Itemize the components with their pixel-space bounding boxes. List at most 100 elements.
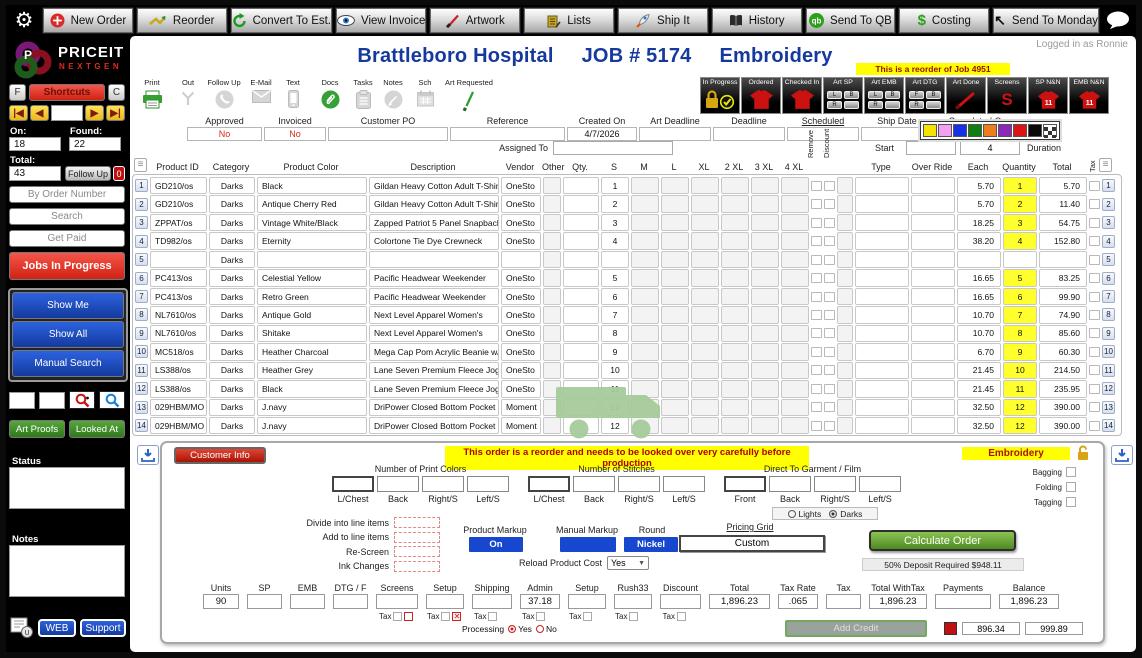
palette-swatch-6[interactable] [1013,124,1027,137]
cell-xl[interactable] [691,288,719,305]
remove-checkbox[interactable] [811,273,822,283]
input-number-of-stitches-back[interactable] [573,476,615,492]
row-number-button[interactable]: 3 [1102,216,1115,229]
tax-checkbox[interactable] [583,612,592,621]
cell-x4[interactable] [781,325,809,342]
cell-x3[interactable] [751,177,779,194]
discount-checkbox[interactable] [824,328,835,338]
remove-checkbox[interactable] [811,199,822,209]
processing-radios[interactable]: ProcessingYesNo [462,624,557,634]
cell-x4[interactable] [781,380,809,397]
check-folding[interactable]: Folding [1028,482,1076,492]
cell-quantity[interactable]: 11 [1003,380,1037,397]
sidebar-show-all[interactable]: Show All [12,321,124,348]
tile-art-dtg[interactable]: Art DTGFBR [905,77,945,114]
cell-product_id[interactable]: PC413/os [150,288,207,305]
notes-box[interactable] [9,545,125,597]
cell-color[interactable]: Celestial Yellow [257,269,367,286]
total-value-dtg-f-3[interactable] [333,594,368,609]
cell-ovr[interactable] [911,288,955,305]
total-value-shipping-6[interactable] [472,594,512,609]
cell-category[interactable]: Darks [209,269,255,286]
cell-s[interactable] [601,251,629,268]
cell-ts[interactable] [837,380,853,397]
row-number-button[interactable]: 1 [1102,179,1115,192]
cell-x2[interactable] [721,251,749,268]
cell-type[interactable] [855,380,909,397]
cell-s[interactable]: 9 [601,343,629,360]
input-number-of-stitches-l-chest[interactable] [528,476,570,492]
action-print[interactable]: Print [132,78,172,110]
cell-m[interactable] [631,177,659,194]
row-number-button[interactable]: 4 [135,235,148,248]
tax-checkbox[interactable] [1089,292,1100,302]
discount-checkbox[interactable] [824,402,835,412]
cell-qty[interactable] [563,288,599,305]
quick-box-2[interactable] [39,392,65,409]
cell-xl[interactable] [691,380,719,397]
cell-xl[interactable] [691,399,719,416]
cell-x2[interactable] [721,195,749,212]
cell-qty[interactable] [563,177,599,194]
cell-ovr[interactable] [911,380,955,397]
support-button[interactable]: Support [80,619,126,637]
palette-swatch-5[interactable] [998,124,1012,137]
cell-color[interactable]: J.navy [257,399,367,416]
total-value-sp-1[interactable] [247,594,282,609]
add-credit-button[interactable]: Add Credit [785,620,927,637]
color-palette[interactable] [920,121,1060,140]
cell-qty[interactable] [563,362,599,379]
tax-checkbox[interactable] [1089,199,1100,209]
total-value-setup-5[interactable] [426,594,464,609]
cell-color[interactable]: Heather Charcoal [257,343,367,360]
cell-category[interactable]: Darks [209,343,255,360]
cell-qty[interactable] [563,251,599,268]
cell-each[interactable]: 16.65 [957,288,1001,305]
cell-color[interactable]: Antique Cherry Red [257,195,367,212]
cell-qty[interactable] [563,325,599,342]
cell-s[interactable]: 3 [601,214,629,231]
row-number-button[interactable]: 2 [135,198,148,211]
check-tagging[interactable]: Tagging [1028,497,1076,507]
export-left-icon[interactable] [137,445,159,465]
checkbox[interactable] [1066,467,1076,477]
chat-bubble-icon[interactable] [1103,11,1133,30]
cell-s[interactable]: 7 [601,306,629,323]
cell-x3[interactable] [751,343,779,360]
remove-checkbox[interactable] [811,384,822,394]
discount-checkbox[interactable] [824,218,835,228]
cell-vendor[interactable]: OneSto [501,380,541,397]
cell-ts[interactable] [837,343,853,360]
cell-color[interactable]: Antique Gold [257,306,367,323]
cell-vendor[interactable]: Moment [501,417,541,434]
cell-ts[interactable] [837,417,853,434]
cell-l[interactable] [661,288,689,305]
input-number-of-print-colors-left-s[interactable] [467,476,509,492]
cell-m[interactable] [631,362,659,379]
adjust-input[interactable] [394,517,440,528]
cell-product_id[interactable]: PC413/os [150,269,207,286]
row-number-button[interactable]: 4 [1102,235,1115,248]
cell-qty[interactable] [563,343,599,360]
toolbar-reorder[interactable]: Reorder [137,8,227,33]
palette-swatch-3[interactable] [968,124,982,137]
tax-toggle-rush33-9[interactable]: Tax [615,612,638,621]
cell-x4[interactable] [781,343,809,360]
cell-type[interactable] [855,288,909,305]
cell-ts[interactable] [837,288,853,305]
total-value-emb-2[interactable] [290,594,325,609]
tile-screens[interactable]: ScreensS [987,77,1027,114]
total-value-discount-10[interactable] [660,594,701,609]
processing-yes[interactable]: Yes [508,624,532,634]
toolbar-history[interactable]: History [712,8,802,33]
row-number-button[interactable]: 14 [1102,419,1115,432]
remove-checkbox[interactable] [811,218,822,228]
tile-art-emb[interactable]: Art EMBLBR [864,77,904,114]
cell-m[interactable] [631,195,659,212]
cell-l[interactable] [661,325,689,342]
row-number-button[interactable]: 8 [1102,308,1115,321]
cell-l[interactable] [661,269,689,286]
total-value[interactable]: 43 [9,166,61,181]
cell-vendor[interactable]: Moment [501,399,541,416]
cell-description[interactable]: Next Level Apparel Women's [369,306,499,323]
